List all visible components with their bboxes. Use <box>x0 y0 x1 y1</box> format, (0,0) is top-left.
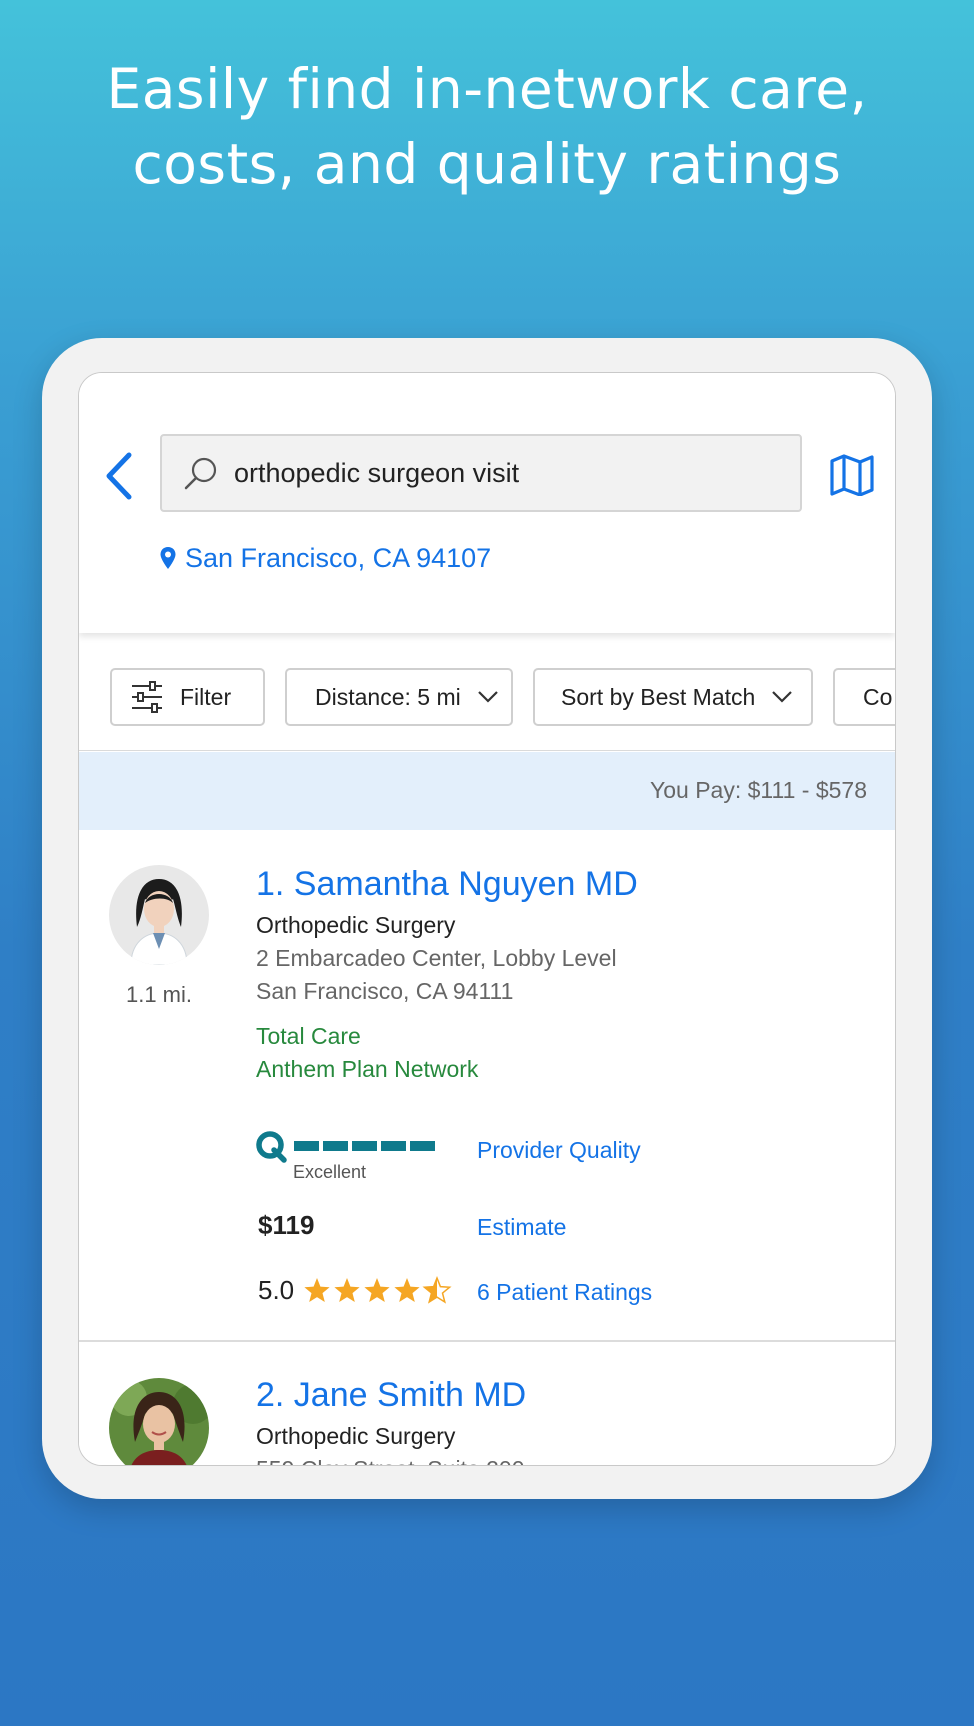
patient-ratings-link[interactable]: 6 Patient Ratings <box>477 1279 652 1306</box>
estimate-link[interactable]: Estimate <box>477 1214 566 1241</box>
search-query: orthopedic surgeon visit <box>234 458 520 488</box>
price-row: $119 Estimate <box>256 1210 816 1250</box>
headline: Easily find in-network care, costs, and … <box>0 52 974 202</box>
sort-label: Sort by Best Match <box>561 683 756 710</box>
map-icon[interactable] <box>829 454 875 496</box>
location-text: San Francisco, CA 94107 <box>185 542 492 573</box>
distance-label: Distance: 5 mi <box>315 683 461 710</box>
network-tier: Total Care <box>256 1023 361 1049</box>
provider-address-line-1: 559 Clay Street, Suite 200 <box>256 1453 875 1465</box>
headline-line-1: Easily find in-network care, <box>106 57 868 121</box>
you-pay-range: You Pay: $111 - $578 <box>650 777 867 803</box>
provider-address-line-2: San Francisco, CA 94111 <box>256 978 514 1004</box>
search-header: orthopedic surgeon visit San Francisco, … <box>79 373 895 633</box>
provider-avatar <box>109 865 209 965</box>
filter-label: Filter <box>180 683 232 710</box>
provider-specialty: Orthopedic Surgery <box>256 1423 456 1449</box>
cost-label: Co <box>863 683 893 710</box>
provider-name-link[interactable]: 2. Jane Smith MD <box>256 1373 875 1417</box>
chevron-down-icon <box>477 691 498 703</box>
sort-dropdown[interactable]: Sort by Best Match <box>533 668 813 726</box>
search-icon <box>184 457 217 490</box>
quality-level: Excellent <box>293 1162 367 1182</box>
quality-row: Excellent Provider Quality <box>256 1128 816 1188</box>
app-screen: orthopedic surgeon visit San Francisco, … <box>78 372 896 1466</box>
location-selector[interactable]: San Francisco, CA 94107 <box>159 540 491 576</box>
provider-address-line-1: 2 Embarcadeo Center, Lobby Level <box>256 945 617 971</box>
star-rating-icon <box>304 1277 451 1303</box>
filter-button[interactable]: Filter <box>110 668 265 726</box>
price-value: $119 <box>258 1210 315 1240</box>
provider-card[interactable]: 2. Jane Smith MD Orthopedic Surgery 559 … <box>79 1344 895 1465</box>
filter-bar: Filter Distance: 5 mi Sort by Best Match… <box>79 633 895 751</box>
you-pay-banner: You Pay: $111 - $578 <box>79 752 895 830</box>
provider-specialty: Orthopedic Surgery <box>256 912 456 938</box>
provider-card[interactable]: 1.1 mi. 1. Samantha Nguyen MD Orthopedic… <box>79 830 895 1342</box>
sliders-icon <box>132 681 162 713</box>
rating-row: 5.0 6 Patient Ratings <box>256 1273 816 1313</box>
location-pin-icon <box>160 547 176 569</box>
provider-avatar <box>109 1378 209 1465</box>
chevron-down-icon <box>772 691 793 703</box>
search-input[interactable]: orthopedic surgeon visit <box>160 434 802 512</box>
provider-name-link[interactable]: 1. Samantha Nguyen MD <box>256 862 875 906</box>
network-name: Anthem Plan Network <box>256 1056 479 1082</box>
rating-value: 5.0 <box>258 1275 295 1305</box>
provider-distance: 1.1 mi. <box>125 982 193 1007</box>
provider-quality-link[interactable]: Provider Quality <box>477 1137 641 1164</box>
cost-dropdown[interactable]: Co <box>833 668 895 726</box>
tablet-frame: orthopedic surgeon visit San Francisco, … <box>42 338 932 1499</box>
headline-line-2: costs, and quality ratings <box>132 132 842 196</box>
back-arrow-icon[interactable] <box>103 451 135 501</box>
distance-dropdown[interactable]: Distance: 5 mi <box>285 668 513 726</box>
